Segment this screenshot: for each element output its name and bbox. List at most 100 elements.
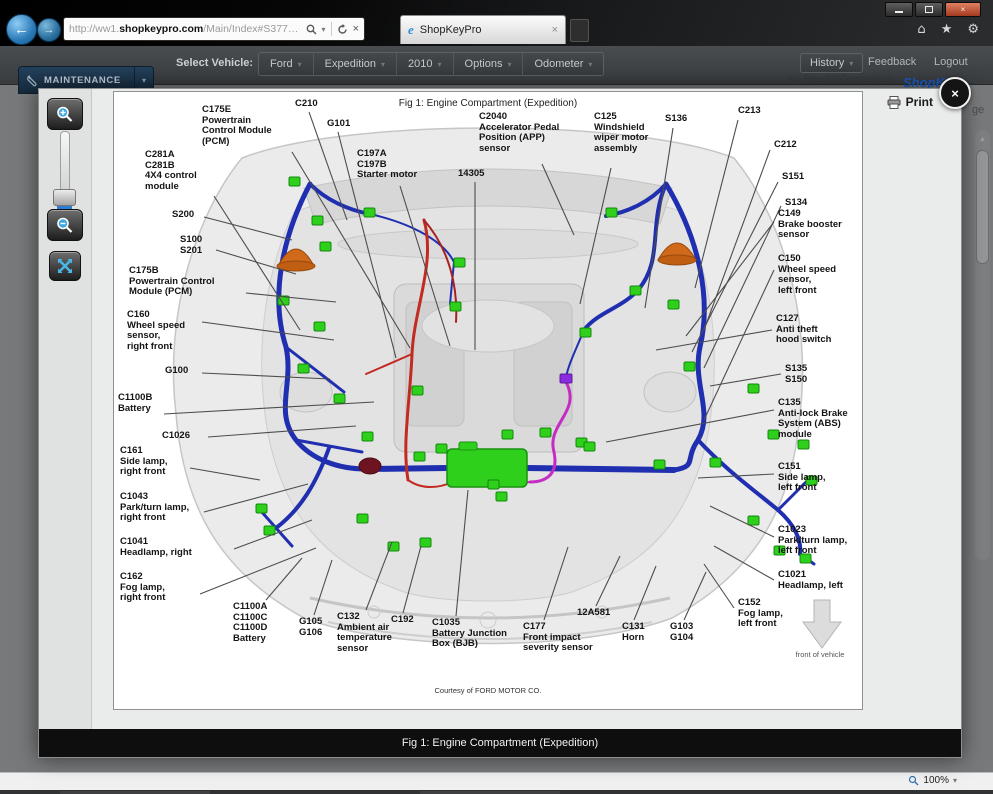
dialog-close-button[interactable]: × bbox=[939, 77, 971, 109]
vehicle-menu-options[interactable]: Options▾ bbox=[453, 53, 523, 75]
browser-forward-button[interactable]: → bbox=[37, 18, 61, 42]
scrollbar-thumb[interactable] bbox=[976, 150, 989, 264]
address-bar[interactable]: http://ww1.shopkeypro.com/Main/Index#S37… bbox=[63, 17, 365, 41]
taskbar-edge bbox=[0, 790, 993, 794]
vehicle-menu-label: Ford bbox=[270, 58, 293, 70]
figure-label: C161 Side lamp, right front bbox=[120, 446, 168, 478]
fit-to-screen-button[interactable] bbox=[49, 251, 81, 281]
url-path: /Main/Index#S3776635997200903110000 bbox=[203, 23, 301, 35]
forward-arrow-icon: → bbox=[44, 24, 55, 36]
figure-label: G103 G104 bbox=[670, 622, 693, 643]
divider bbox=[331, 22, 332, 36]
figure-caption-bar: Fig 1: Engine Compartment (Expedition) bbox=[39, 729, 961, 757]
print-button[interactable]: Print bbox=[887, 95, 933, 109]
figure-label: C1043 Park/turn lamp, right front bbox=[120, 492, 189, 524]
figure-label: G100 bbox=[165, 366, 188, 377]
chevron-down-icon: ▾ bbox=[588, 60, 592, 69]
figure-canvas: Fig 1: Engine Compartment (Expedition) C… bbox=[113, 91, 863, 710]
vehicle-menu-label: 2010 bbox=[408, 58, 432, 70]
stop-icon[interactable]: × bbox=[353, 23, 359, 35]
new-tab-button[interactable] bbox=[570, 19, 589, 42]
figure-label: C2040 Accelerator Pedal Position (APP) s… bbox=[479, 112, 559, 154]
figure-label: C1100B Battery bbox=[118, 393, 152, 414]
zoom-slider-handle[interactable] bbox=[53, 189, 76, 206]
tab-shopkeypro[interactable]: e ShopKeyPro × bbox=[400, 15, 566, 44]
figure-label: C281A C281B 4X4 control module bbox=[145, 150, 197, 192]
figure-label: C162 Fog lamp, right front bbox=[120, 572, 165, 604]
figure-label: C1026 bbox=[162, 431, 190, 442]
url-domain: shopkeypro.com bbox=[119, 23, 203, 35]
vehicle-menu-expedition[interactable]: Expedition▾ bbox=[313, 53, 396, 75]
window-close-button[interactable]: × bbox=[945, 2, 981, 17]
tab-close-icon[interactable]: × bbox=[552, 24, 558, 36]
figure-label: C1035 Battery Junction Box (BJB) bbox=[432, 618, 507, 650]
zoom-control-strip bbox=[39, 89, 92, 729]
browser-window: × ← → http://ww1.shopkeypro.com/Main/Ind… bbox=[0, 0, 993, 794]
maintenance-tab-label: MAINTENANCE bbox=[39, 75, 134, 86]
favorites-star-icon[interactable]: ★ bbox=[941, 22, 953, 37]
figure-label: C1021 Headlamp, left bbox=[778, 570, 843, 591]
figure-label: G101 bbox=[327, 119, 350, 130]
chevron-down-icon: ▾ bbox=[507, 60, 511, 69]
figure-label: C127 Anti theft hood switch bbox=[776, 314, 831, 346]
figure-label: C1023 Park/turn lamp, left front bbox=[778, 525, 847, 557]
browser-back-button[interactable]: ← bbox=[6, 14, 37, 45]
search-icon[interactable] bbox=[306, 24, 317, 35]
close-icon: × bbox=[961, 6, 966, 14]
figure-label: 14305 bbox=[458, 169, 484, 180]
figure-label: C160 Wheel speed sensor, right front bbox=[127, 310, 185, 352]
ie-browser-icon: e bbox=[408, 22, 414, 38]
figure-label: C151 Side lamp, left front bbox=[778, 462, 826, 494]
scrollbar-up-arrow-icon[interactable]: ▴ bbox=[975, 134, 990, 143]
vehicle-menu-2010[interactable]: 2010▾ bbox=[396, 53, 453, 75]
figure-label: C197A C197B Starter motor bbox=[357, 149, 417, 181]
figure-label: C152 Fog lamp, left front bbox=[738, 598, 783, 630]
chevron-down-icon: ▾ bbox=[298, 60, 302, 69]
vehicle-selector-group: Ford▾Expedition▾2010▾Options▾Odometer▾ bbox=[258, 52, 604, 76]
figure-label: C210 bbox=[295, 99, 318, 110]
background-results-text: No Results/Comparison bbox=[788, 74, 894, 85]
settings-gear-icon[interactable]: ⚙ bbox=[967, 22, 979, 37]
refresh-icon[interactable] bbox=[337, 24, 348, 35]
tab-title: ShopKeyPro bbox=[420, 24, 546, 36]
vehicle-menu-ford[interactable]: Ford ▾ bbox=[259, 53, 313, 75]
chevron-down-icon: ▾ bbox=[381, 60, 385, 69]
figure-label: C149 Brake booster sensor bbox=[778, 209, 842, 241]
figure-label: S100 S201 bbox=[180, 235, 202, 256]
vehicle-menu-label: Odometer bbox=[534, 58, 583, 70]
figure-label: C1100A C1100C C1100D Battery bbox=[233, 602, 267, 644]
figure-label: C212 bbox=[774, 140, 797, 151]
figure-label: S134 bbox=[785, 198, 807, 209]
feedback-link[interactable]: Feedback bbox=[868, 56, 916, 68]
home-icon[interactable]: ⌂ bbox=[917, 22, 925, 37]
back-arrow-icon: ← bbox=[14, 21, 29, 38]
printer-icon bbox=[887, 96, 901, 109]
vehicle-menu-odometer[interactable]: Odometer ▾ bbox=[522, 53, 603, 75]
zoom-level-value: 100% bbox=[923, 775, 949, 786]
page-scrollbar[interactable]: ▴ bbox=[975, 130, 990, 560]
chevron-down-icon: ▾ bbox=[953, 776, 957, 785]
zoom-magnifier-icon bbox=[908, 775, 919, 786]
page-zoom-control[interactable]: 100% ▾ bbox=[908, 775, 957, 786]
figure-label: C175E Powertrain Control Module (PCM) bbox=[202, 105, 272, 147]
wrench-icon bbox=[26, 74, 39, 87]
logout-link[interactable]: Logout bbox=[934, 56, 968, 68]
figure-label: C177 Front impact severity sensor bbox=[523, 622, 593, 654]
zoom-out-button[interactable] bbox=[47, 209, 83, 241]
select-vehicle-label: Select Vehicle: bbox=[176, 57, 253, 69]
chevron-down-icon[interactable]: ▾ bbox=[322, 25, 326, 34]
history-button[interactable]: History▾ bbox=[800, 53, 863, 73]
figure-label: C192 bbox=[391, 615, 414, 626]
figure-label: S200 bbox=[172, 210, 194, 221]
figure-label: S136 bbox=[665, 114, 687, 125]
zoom-in-icon bbox=[55, 105, 75, 124]
window-maximize-button[interactable] bbox=[915, 2, 943, 17]
url-protocol: http://ww1. bbox=[69, 23, 119, 35]
figure-label: C125 Windshield wiper motor assembly bbox=[594, 112, 648, 154]
figure-viewer-dialog: Print bbox=[38, 88, 962, 758]
figure-label: C131 Horn bbox=[622, 622, 645, 643]
zoom-out-icon bbox=[55, 216, 75, 235]
zoom-in-button[interactable] bbox=[47, 98, 83, 130]
figure-label: C213 bbox=[738, 106, 761, 117]
window-minimize-button[interactable] bbox=[885, 2, 913, 17]
